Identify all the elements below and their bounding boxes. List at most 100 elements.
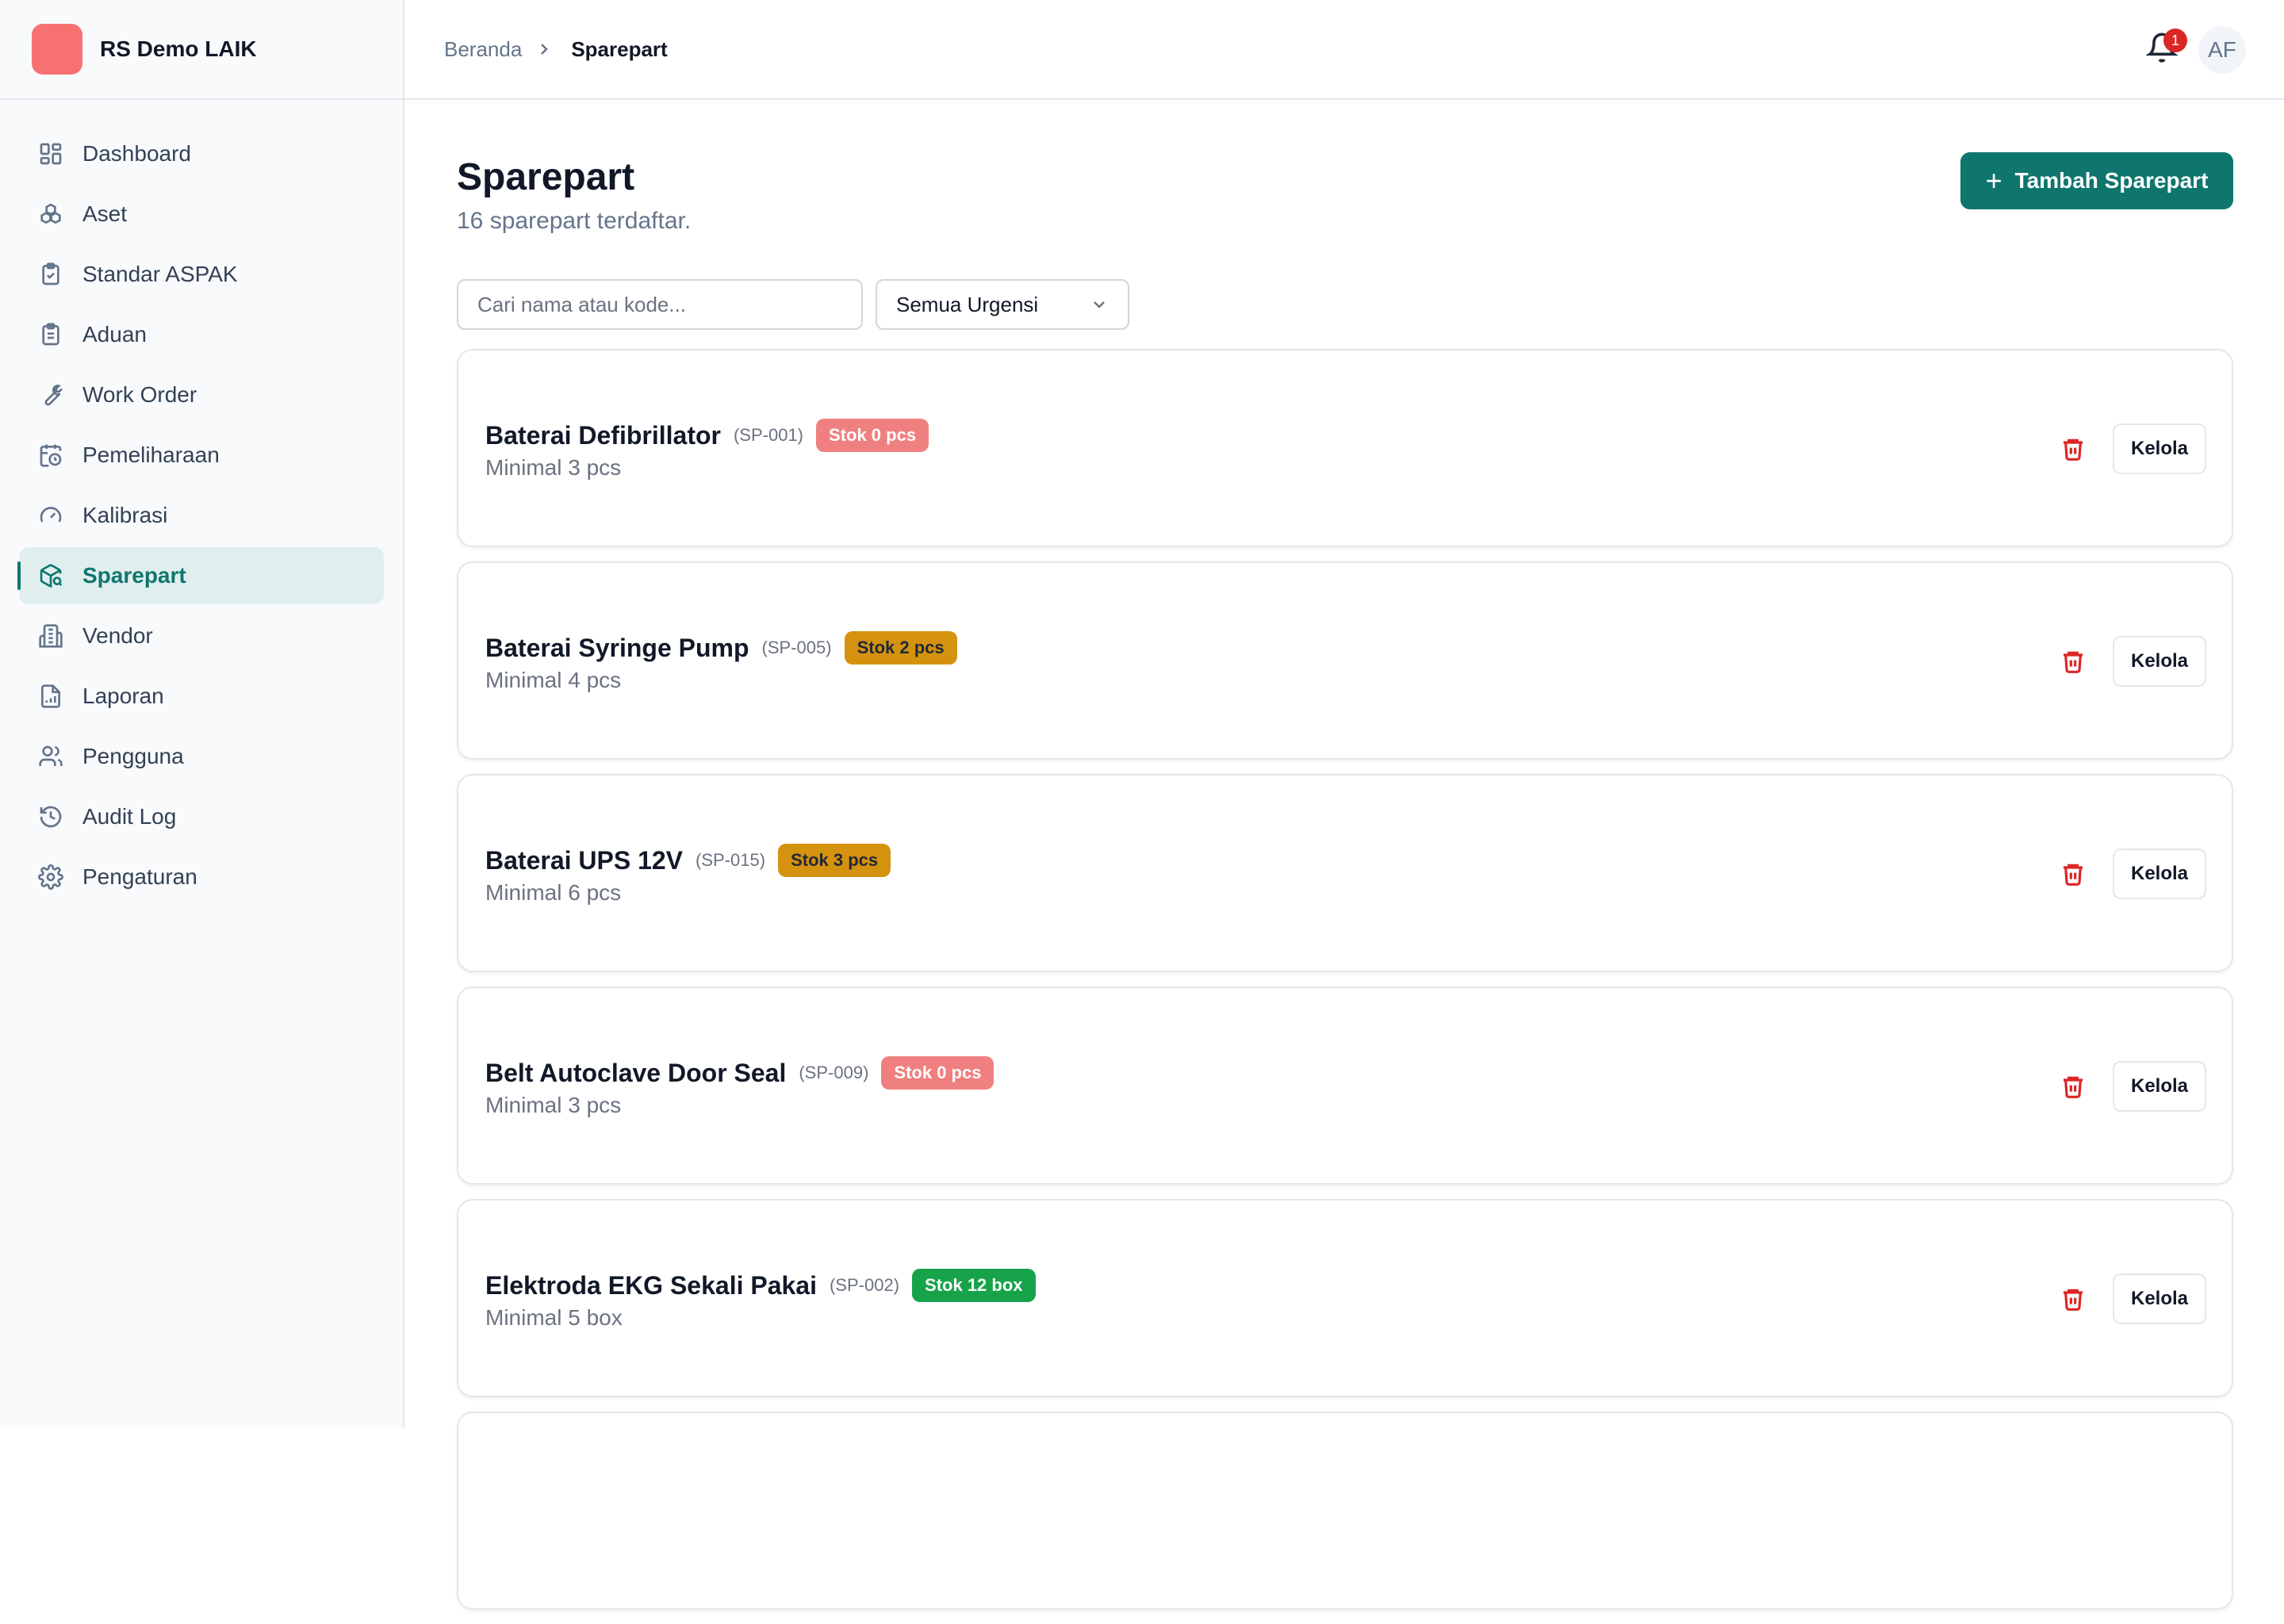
brand-logo <box>32 24 82 75</box>
urgency-filter-value: Semua Urgensi <box>896 292 1039 316</box>
sparepart-code: (SP-015) <box>696 850 766 870</box>
sparepart-card: Baterai UPS 12V (SP-015) Stok 3 pcs Mini… <box>457 774 2233 972</box>
brand-name: RS Demo LAIK <box>100 36 257 61</box>
sparepart-code: (SP-001) <box>733 425 804 445</box>
stock-badge: Stok 3 pcs <box>778 844 891 877</box>
stock-badge: Stok 0 pcs <box>881 1056 994 1090</box>
sidebar-item-label: Sparepart <box>82 563 186 588</box>
sidebar-item-work-order[interactable]: Work Order <box>19 366 384 423</box>
sparepart-minimum: Minimal 3 pcs <box>485 1093 622 1117</box>
chevron-right-icon <box>535 37 558 61</box>
gauge-icon <box>38 503 63 528</box>
manage-button[interactable]: Kelola <box>2113 423 2206 474</box>
sparepart-card: Elektroda EKG Sekali Pakai (SP-002) Stok… <box>457 1199 2233 1397</box>
sparepart-card: Belt Autoclave Door Seal (SP-009) Stok 0… <box>457 986 2233 1185</box>
notification-button[interactable]: 1 <box>2144 29 2187 67</box>
sidebar-item-label: Audit Log <box>82 804 177 829</box>
delete-button[interactable] <box>2057 1071 2089 1102</box>
sparepart-card: Baterai Defibrillator (SP-001) Stok 0 pc… <box>457 349 2233 547</box>
search-input[interactable] <box>457 279 863 330</box>
sidebar-item-laporan[interactable]: Laporan <box>19 668 384 725</box>
notification-count-badge: 1 <box>2163 29 2187 52</box>
sidebar-item-label: Standar ASPAK <box>82 262 238 286</box>
sidebar-item-kalibrasi[interactable]: Kalibrasi <box>19 487 384 544</box>
urgency-filter-select[interactable]: Semua Urgensi <box>876 279 1129 330</box>
dashboard-icon <box>38 141 63 167</box>
sparepart-minimum: Minimal 4 pcs <box>485 668 622 692</box>
add-sparepart-button[interactable]: + Tambah Sparepart <box>1960 152 2233 209</box>
chevron-down-icon <box>1094 301 1105 308</box>
topbar: Beranda Sparepart 1 AF <box>404 0 2284 100</box>
history-icon <box>38 804 63 829</box>
sidebar-item-pengaturan[interactable]: Pengaturan <box>19 848 384 906</box>
manage-button[interactable]: Kelola <box>2113 636 2206 687</box>
sparepart-minimum: Minimal 6 pcs <box>485 880 622 905</box>
sidebar-item-label: Aset <box>82 201 128 226</box>
breadcrumb-current: Sparepart <box>571 36 668 61</box>
sidebar-item-dashboard[interactable]: Dashboard <box>19 125 384 182</box>
manage-button[interactable]: Kelola <box>2113 848 2206 899</box>
assets-icon <box>38 201 63 227</box>
sparepart-list: Baterai Defibrillator (SP-001) Stok 0 pc… <box>457 349 2233 1624</box>
sparepart-code: (SP-009) <box>799 1063 869 1082</box>
sparepart-name: Baterai Syringe Pump <box>485 633 749 662</box>
sparepart-card <box>457 1411 2233 1610</box>
sparepart-name: Baterai Defibrillator <box>485 420 721 450</box>
sparepart-name: Baterai UPS 12V <box>485 845 684 875</box>
delete-button[interactable] <box>2057 433 2089 465</box>
sidebar: RS Demo LAIK Dashboard Aset Standar ASPA… <box>0 0 404 1427</box>
sparepart-code: (SP-002) <box>829 1275 900 1295</box>
sparepart-card: Baterai Syringe Pump (SP-005) Stok 2 pcs… <box>457 561 2233 760</box>
sidebar-item-aset[interactable]: Aset <box>19 186 384 243</box>
stock-badge: Stok 2 pcs <box>844 631 957 665</box>
sidebar-item-label: Kalibrasi <box>82 503 168 527</box>
manage-button[interactable]: Kelola <box>2113 1274 2206 1324</box>
sidebar-item-label: Work Order <box>82 382 197 407</box>
delete-button[interactable] <box>2057 1283 2089 1315</box>
sidebar-item-sparepart[interactable]: Sparepart <box>17 547 384 604</box>
settings-icon <box>38 864 63 890</box>
sidebar-item-label: Pemeliharaan <box>82 442 220 467</box>
trash-icon <box>2064 1076 2083 1098</box>
sidebar-item-label: Aduan <box>82 322 147 347</box>
sidebar-item-audit-log[interactable]: Audit Log <box>19 788 384 845</box>
sparepart-minimum: Minimal 5 box <box>485 1305 623 1330</box>
sparepart-name: Elektroda EKG Sekali Pakai <box>485 1270 817 1300</box>
stock-badge: Stok 0 pcs <box>816 419 929 452</box>
sidebar-item-label: Pengguna <box>82 744 184 768</box>
trash-icon <box>2064 651 2083 673</box>
sidebar-item-label: Laporan <box>82 684 164 708</box>
sidebar-item-pemeliharaan[interactable]: Pemeliharaan <box>19 427 384 484</box>
stock-badge: Stok 12 box <box>912 1269 1036 1302</box>
sparepart-name: Belt Autoclave Door Seal <box>485 1058 787 1087</box>
page-title: Sparepart <box>457 156 635 198</box>
manage-button[interactable]: Kelola <box>2113 1061 2206 1112</box>
sparepart-minimum: Minimal 3 pcs <box>485 455 622 480</box>
sidebar-item-label: Vendor <box>82 623 153 648</box>
sidebar-item-aduan[interactable]: Aduan <box>19 306 384 363</box>
wrench-icon <box>38 382 63 408</box>
package-search-icon <box>38 563 63 588</box>
sidebar-item-vendor[interactable]: Vendor <box>19 607 384 665</box>
sidebar-nav: Dashboard Aset Standar ASPAK Aduan Work … <box>0 100 403 906</box>
clipboard-check-icon <box>38 262 63 287</box>
clipboard-list-icon <box>38 322 63 347</box>
sidebar-item-standar-aspak[interactable]: Standar ASPAK <box>19 246 384 303</box>
page-subtitle: 16 sparepart terdaftar. <box>457 208 692 234</box>
delete-button[interactable] <box>2057 645 2089 677</box>
breadcrumb-home[interactable]: Beranda <box>444 37 522 62</box>
trash-icon <box>2064 864 2083 886</box>
add-sparepart-label: Tambah Sparepart <box>2014 168 2209 193</box>
sidebar-item-label: Pengaturan <box>82 864 197 889</box>
calendar-clock-icon <box>38 442 63 468</box>
delete-button[interactable] <box>2057 858 2089 890</box>
brand[interactable]: RS Demo LAIK <box>0 0 403 100</box>
trash-icon <box>2064 1289 2083 1311</box>
sparepart-code: (SP-005) <box>761 638 832 657</box>
plus-icon: + <box>1985 164 2002 197</box>
sidebar-item-pengguna[interactable]: Pengguna <box>19 728 384 785</box>
file-chart-icon <box>38 684 63 709</box>
trash-icon <box>2064 439 2083 461</box>
users-icon <box>38 744 63 769</box>
avatar[interactable]: AF <box>2198 26 2246 74</box>
